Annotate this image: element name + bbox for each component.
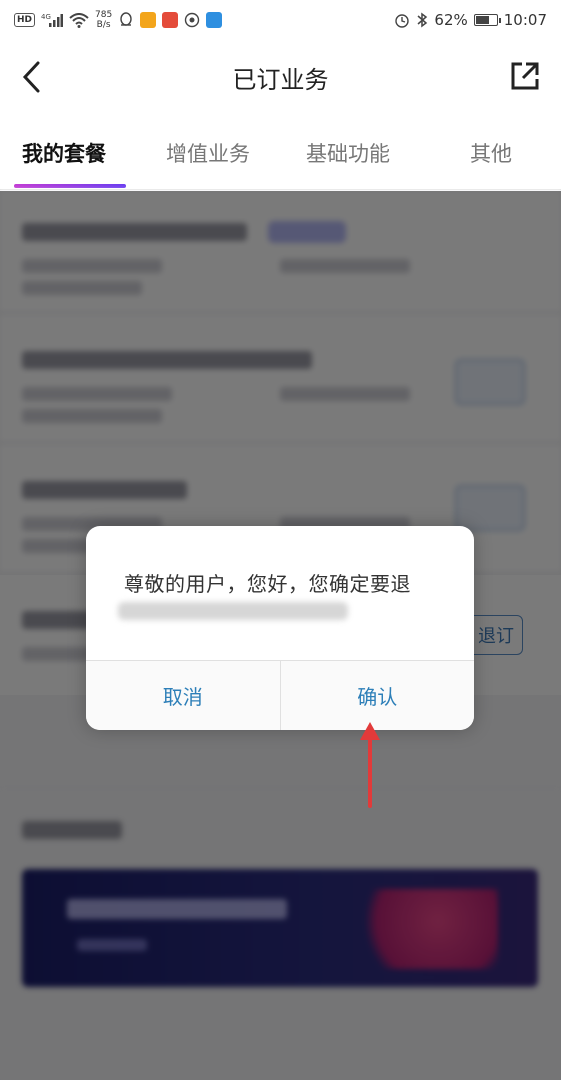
share-icon[interactable] bbox=[509, 60, 541, 92]
svg-text:4G: 4G bbox=[41, 13, 51, 21]
clock: 10:07 bbox=[503, 11, 547, 29]
tab-other[interactable]: 其他 bbox=[470, 138, 512, 168]
cancel-button[interactable]: 取消 bbox=[86, 661, 280, 730]
app-notification-icon-3 bbox=[206, 12, 223, 28]
status-bar: HD 4G 785 B/s 62% 10:07 bbox=[0, 0, 561, 40]
active-tab-indicator bbox=[14, 184, 126, 188]
page-title: 已订业务 bbox=[232, 66, 329, 94]
status-left: HD 4G 785 B/s bbox=[14, 10, 223, 30]
navigation-header: 已订业务 bbox=[0, 40, 561, 114]
net-speed: 785 B/s bbox=[95, 10, 112, 30]
qq-icon bbox=[120, 12, 132, 26]
app-screen: HD 4G 785 B/s 62% 10:07 已订业务 我的套餐 增值业务 基… bbox=[0, 0, 561, 1080]
tab-value-added[interactable]: 增值业务 bbox=[166, 138, 250, 168]
wifi-icon bbox=[69, 12, 89, 28]
status-right: 62% 10:07 bbox=[394, 11, 547, 29]
alarm-icon bbox=[395, 14, 410, 28]
hd-badge: HD bbox=[14, 13, 36, 27]
app-notification-icon-2 bbox=[162, 12, 179, 28]
dialog-message: 尊敬的用户，您好，您确定要退 bbox=[124, 572, 411, 596]
app-notification-icon bbox=[140, 12, 157, 28]
battery-percent: 62% bbox=[434, 11, 468, 29]
tab-basic-functions[interactable]: 基础功能 bbox=[306, 138, 390, 168]
settings-badge-icon bbox=[185, 12, 200, 28]
tab-bar: 我的套餐 增值业务 基础功能 其他 bbox=[0, 114, 561, 190]
dialog-message-blurred bbox=[118, 602, 348, 620]
battery-icon bbox=[473, 14, 501, 26]
tab-my-plan[interactable]: 我的套餐 bbox=[22, 138, 106, 168]
annotation-arrow-icon bbox=[360, 722, 380, 808]
dialog-actions: 取消 确认 bbox=[86, 660, 474, 730]
net-speed-unit: B/s bbox=[96, 20, 111, 30]
net-speed-value: 785 bbox=[95, 10, 113, 20]
confirm-dialog: 尊敬的用户，您好，您确定要退 取消 确认 bbox=[86, 526, 474, 730]
bluetooth-icon bbox=[417, 12, 428, 28]
cell-signal-icon: 4G bbox=[41, 13, 64, 27]
